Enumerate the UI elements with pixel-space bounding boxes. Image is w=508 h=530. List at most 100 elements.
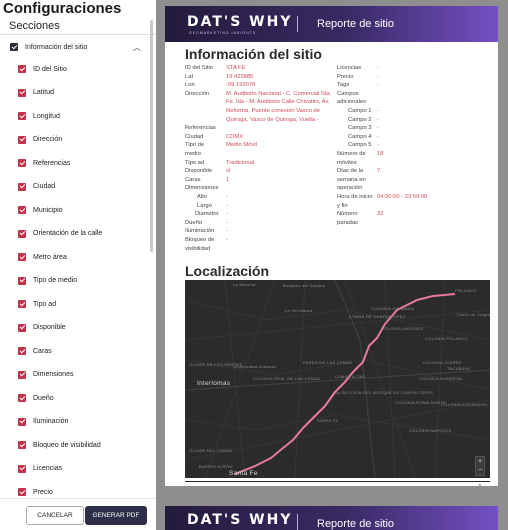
section-checkbox[interactable] [18,323,26,332]
report-page-2-banner: DAT'S WHY Reporte de sitio [165,506,498,530]
report-page: DAT'S WHY GEOMARKETING INSIGHTS Reporte … [165,6,498,486]
field-key: Precio [337,73,354,80]
section-checkbox[interactable] [18,394,26,402]
field-key: Tipo de [185,142,205,149]
section-item[interactable]: Iluminación [18,412,150,432]
section-checkbox[interactable] [18,65,26,73]
section-checkbox[interactable] [18,135,26,144]
map-label: COLONIA POLANCO [425,336,468,341]
section-checkbox[interactable] [18,159,26,167]
section-checkbox[interactable] [18,276,26,285]
group-checkbox[interactable] [10,43,18,51]
field-key: Lon [185,82,195,89]
sections-list: Información del sitio ︿ ID del Sitio Lati… [0,35,150,497]
panel-actions: CANCELAR GENERAR PDF [0,498,156,530]
map-label: COLONIA CONDESA [419,376,463,381]
footer-rule [185,481,490,482]
field-key: Ciudad [185,133,204,140]
map-label: COLONIA GRANADA [371,306,415,311]
section-label: Dirección [33,136,63,143]
field-value: - [377,65,379,71]
panel-scrollbar[interactable] [150,20,153,252]
field-value: - [377,73,379,80]
group-label: Información del sitio [25,43,88,51]
section-item[interactable]: Dimensiones [18,365,150,385]
section-label: Tipo ad [33,300,57,308]
sections-title: Secciones [9,20,60,32]
section-checkbox[interactable] [18,88,26,97]
map-label: LOMAS ALTAS [335,374,366,379]
field-key: Dueño [185,219,203,226]
section-item[interactable]: ID del Sitio [18,59,150,79]
section-checkbox[interactable] [18,417,26,426]
section-item[interactable]: Referencias [18,153,150,173]
section-item[interactable]: Ciudad [18,177,150,197]
section-item[interactable]: Disponible [18,318,150,338]
section-item[interactable]: Dirección [18,130,150,150]
field-value: 04:30:00 - 23:59:00 [377,194,428,200]
field-value: - [377,82,379,89]
generate-pdf-button[interactable]: GENERAR PDF [85,506,147,525]
section-label: Disponible [33,324,66,331]
field-key: semana en [337,176,366,183]
section-checkbox[interactable] [18,464,26,473]
location-map[interactable]: La Mancha Bosques del Castillo La Herradur… [185,280,490,478]
field-value: - [226,202,228,209]
field-value: -99.192078 [226,82,256,89]
field-value: Tradicional [226,159,255,166]
field-value: STA FE [226,65,246,71]
section-checkbox[interactable] [18,488,26,496]
map-label: 1a SECCION DEL BOSQUE DE CHAPULTEPEC [335,390,434,395]
section-label: Longitud [33,112,60,120]
section-item[interactable]: Caras [18,341,150,361]
section-checkbox[interactable] [18,347,26,355]
section-item[interactable]: Tipo ad [18,294,150,314]
section-checkbox[interactable] [18,253,26,261]
config-panel: Configuraciones Secciones Información de… [0,0,156,530]
banner-divider-2 [297,514,298,530]
field-value: - [226,211,228,218]
location-title: Localización [185,263,270,279]
field-key: Dirección [185,90,210,97]
panel-title: Configuraciones [3,0,122,17]
section-checkbox[interactable] [18,182,26,191]
zoom-out-icon[interactable]: − [476,466,484,475]
section-item[interactable]: Bloqueo de visibilidad [18,435,150,455]
cancel-button[interactable]: CANCELAR [26,506,84,525]
section-item[interactable]: Licencias [18,459,150,479]
section-checkbox[interactable] [18,441,26,449]
section-label: ID del Sitio [33,65,67,73]
section-item[interactable]: Dueño [18,388,150,408]
field-value: M. Auditorio Nacional - C. Comercial Sta… [226,90,332,97]
chevron-up-icon[interactable]: ︿ [133,42,141,53]
field-value: 18 [377,151,384,157]
section-checkbox[interactable] [18,370,26,379]
section-checkbox[interactable] [18,112,26,120]
map-label: La Mancha [233,282,256,287]
field-value: - [226,228,228,235]
field-value: - [377,142,379,149]
map-label: La Herradura [285,308,313,313]
report-banner: DAT'S WHY GEOMARKETING INSIGHTS Reporte … [165,6,498,42]
section-label: Latitud [33,89,55,96]
map-zoom-control[interactable]: + − [475,456,485,476]
field-key: Campo 2 [348,116,372,123]
section-item[interactable]: Longitud [18,106,150,126]
section-item[interactable]: Precio [18,482,150,497]
section-label: Caras [33,347,52,355]
section-item[interactable]: Latitud [18,83,150,103]
field-value: Quiroga, Vasco de Quiroga, Vuelta - [226,116,319,123]
section-checkbox[interactable] [18,229,26,238]
section-item[interactable]: Tipo de medio [18,271,150,291]
zoom-in-icon[interactable]: + [476,457,484,466]
section-item[interactable]: Municipio [18,200,150,220]
section-item[interactable]: Orientación de la calle [18,224,150,244]
section-checkbox[interactable] [18,300,26,308]
section-item[interactable]: Metro área [18,247,150,267]
group-info-del-sitio[interactable]: Información del sitio ︿ [10,37,150,57]
map-label: Bosques del Castillo [283,283,326,288]
section-checkbox[interactable] [18,206,26,214]
map-label: Santa Fe [229,470,258,477]
field-value: - [226,219,228,226]
section-label: Orientación de la calle [33,230,103,237]
